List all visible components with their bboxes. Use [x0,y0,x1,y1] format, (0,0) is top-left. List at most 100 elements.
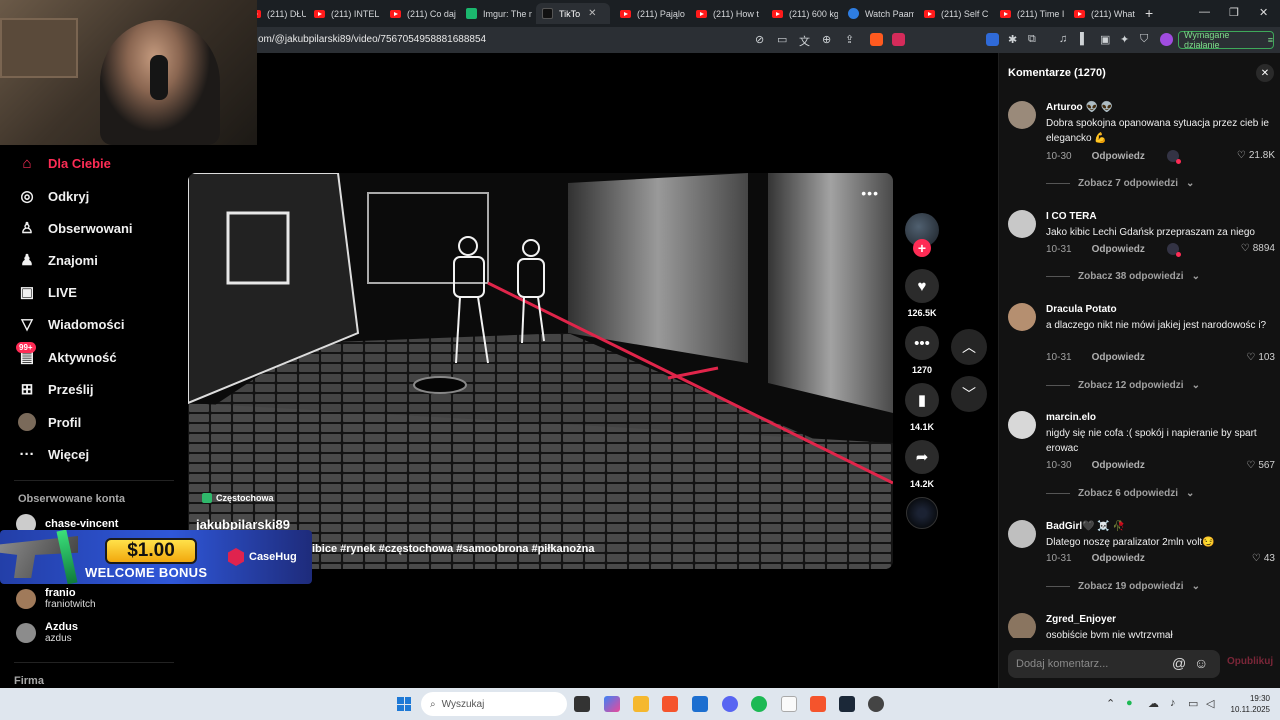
taskbar-clock[interactable]: 19:30 10.11.2025 [1228,693,1270,715]
video-hashtags[interactable]: ibice #rynek #częstochowa #samoobrona #p… [312,543,594,555]
avatar[interactable] [1008,411,1036,439]
comment-username[interactable]: Zgred_Enjoyer [1046,614,1116,625]
cloud-icon[interactable]: ☁ [1148,697,1159,710]
sidebar-item-friends[interactable]: ♟ Znajomi [18,249,98,271]
follow-plus-icon[interactable]: + [913,239,931,257]
sidebar-item-following[interactable]: ♙ Obserwowani [18,217,132,239]
followed-account[interactable]: franio franiotwitch [16,587,96,611]
video-player[interactable]: ••• Częstochowa jakubpilarski89 ibice #r… [188,173,893,569]
comment-username[interactable]: Arturoo 👽 👽 [1046,102,1113,113]
browser-tab[interactable]: (211) How t [690,3,762,24]
comment-like-button[interactable]: ♡ 103 [1246,352,1275,363]
browser-tab[interactable]: (211) Co daj [384,3,456,24]
comment-username[interactable]: marcin.elo [1046,412,1096,423]
browser-tab[interactable]: (211) Pająlo [614,3,686,24]
comment-username[interactable]: Dracula Potato [1046,304,1117,315]
windows-start-icon[interactable] [397,697,411,711]
reply-button[interactable]: Odpowiedz [1092,244,1145,255]
view-replies-button[interactable]: Zobacz 6 odpowiedzi ⌄ [1046,488,1194,499]
screenshot-icon[interactable]: ⧉ [1028,33,1036,46]
avatar[interactable] [1008,101,1036,129]
avatar[interactable] [1008,210,1036,238]
required-action-button[interactable]: Wymagane działanie ≡ [1178,30,1274,50]
close-window-icon[interactable]: ✕ [1259,6,1268,19]
notepad-icon[interactable] [781,696,797,712]
emoji-icon[interactable]: ☺ [1194,655,1208,671]
reply-button[interactable]: Odpowiedz [1092,553,1145,564]
reply-button[interactable]: Odpowiedz [1092,352,1145,363]
comment-button[interactable]: ••• [905,326,939,360]
volume-icon[interactable]: ◁ [1206,697,1214,710]
task-view-icon[interactable] [574,696,590,712]
like-button[interactable]: ♥ [905,269,939,303]
screen-icon[interactable]: ▭ [777,33,787,46]
browser-tab[interactable]: (211) 600 kg [766,3,838,24]
browser-tab[interactable]: Imgur: The m [460,3,532,24]
puzzle-icon[interactable]: ✱ [1008,33,1017,46]
url-field[interactable]: om/@jakubpilarski89/video/75670549588816… [258,34,486,45]
browser-tab[interactable]: (211) INTEL [308,3,380,24]
share-icon[interactable]: ⇪ [845,33,854,46]
view-replies-button[interactable]: Zobacz 19 odpowiedzi ⌄ [1046,581,1200,592]
footer-company[interactable]: Firma [14,675,44,687]
copilot-icon[interactable] [604,696,620,712]
steam-icon[interactable] [839,696,855,712]
brave-shields-icon[interactable] [870,33,883,46]
zoom-icon[interactable]: ⊕ [822,33,831,46]
tray-chevron-icon[interactable]: ⌃ [1106,697,1115,710]
view-replies-button[interactable]: Zobacz 12 odpowiedzi ⌄ [1046,380,1200,391]
video-more-icon[interactable]: ••• [861,185,879,201]
previous-video-button[interactable]: ︿ [951,329,987,365]
profile-icon[interactable] [1160,33,1173,46]
network-icon[interactable]: ▭ [1188,697,1198,710]
avatar[interactable] [1008,303,1036,331]
music-disc-icon[interactable] [906,497,938,529]
next-video-button[interactable]: ﹀ [951,376,987,412]
comment-username[interactable]: BadGirl🖤 ☠️ 🥀 [1046,521,1125,532]
sidebar-item-activity[interactable]: ▤ 99+ Aktywność [16,342,117,368]
post-comment-button[interactable]: Opublikuj [1227,656,1273,667]
comment-like-button[interactable]: ♡ 8894 [1241,243,1275,254]
taskbar-search[interactable]: ⌕ Wyszukaj [421,692,567,716]
store-icon[interactable] [692,696,708,712]
comment-like-button[interactable]: ♡ 21.8K [1237,150,1275,161]
sidebar-item-for-you[interactable]: ⌂ Dla Ciebie [18,152,110,174]
file-explorer-icon[interactable] [633,696,649,712]
wallet-icon[interactable]: ▣ [1100,33,1110,46]
no-notifications-icon[interactable]: ⊘ [755,33,764,46]
vpn-icon[interactable]: ⛉ [1140,33,1148,46]
spotify-icon[interactable] [751,696,767,712]
extension-icon[interactable] [986,33,999,46]
avatar[interactable] [1008,613,1036,638]
sidebar-item-profile[interactable]: Profil [18,411,81,433]
view-replies-button[interactable]: Zobacz 38 odpowiedzi ⌄ [1046,271,1200,282]
brave-browser-icon[interactable] [662,696,678,712]
music-icon[interactable]: ♫ [1059,33,1067,45]
brave-active-icon[interactable] [810,696,826,712]
view-replies-button[interactable]: Zobacz 7 odpowiedzi ⌄ [1046,178,1194,189]
discord-icon[interactable] [722,696,738,712]
reply-button[interactable]: Odpowiedz [1092,460,1145,471]
app-icon[interactable] [868,696,884,712]
comment-input[interactable] [1016,655,1166,673]
sidebar-item-live[interactable]: ▣ LIVE [18,281,77,303]
new-tab-icon[interactable]: + [1145,5,1153,21]
comment-like-button[interactable]: ♡ 567 [1246,460,1275,471]
tray-app-icon[interactable]: ● [1126,697,1133,709]
comment-username[interactable]: I CO TERA [1046,211,1097,222]
followed-account[interactable]: Azdus azdus [16,621,78,645]
browser-tab[interactable]: Watch Paam [842,3,914,24]
comment-like-button[interactable]: ♡ 43 [1252,553,1275,564]
browser-tab[interactable]: (211) Self C [918,3,990,24]
sidebar-item-upload[interactable]: ⊞ Prześlij [18,378,94,400]
maximize-icon[interactable]: ❐ [1229,6,1239,19]
microphone-icon[interactable]: ♪ [1170,697,1176,709]
location-tag[interactable]: Częstochowa [202,493,274,503]
browser-tab-active[interactable]: TikTo ✕ [536,3,610,24]
share-button[interactable]: ➦ [905,440,939,474]
save-button[interactable]: ▮ [905,383,939,417]
avatar[interactable] [1008,520,1036,548]
mention-icon[interactable]: @ [1172,655,1186,671]
leo-icon[interactable]: ✦ [1120,33,1129,46]
sidebar-item-more[interactable]: ··· Więcej [18,443,90,465]
